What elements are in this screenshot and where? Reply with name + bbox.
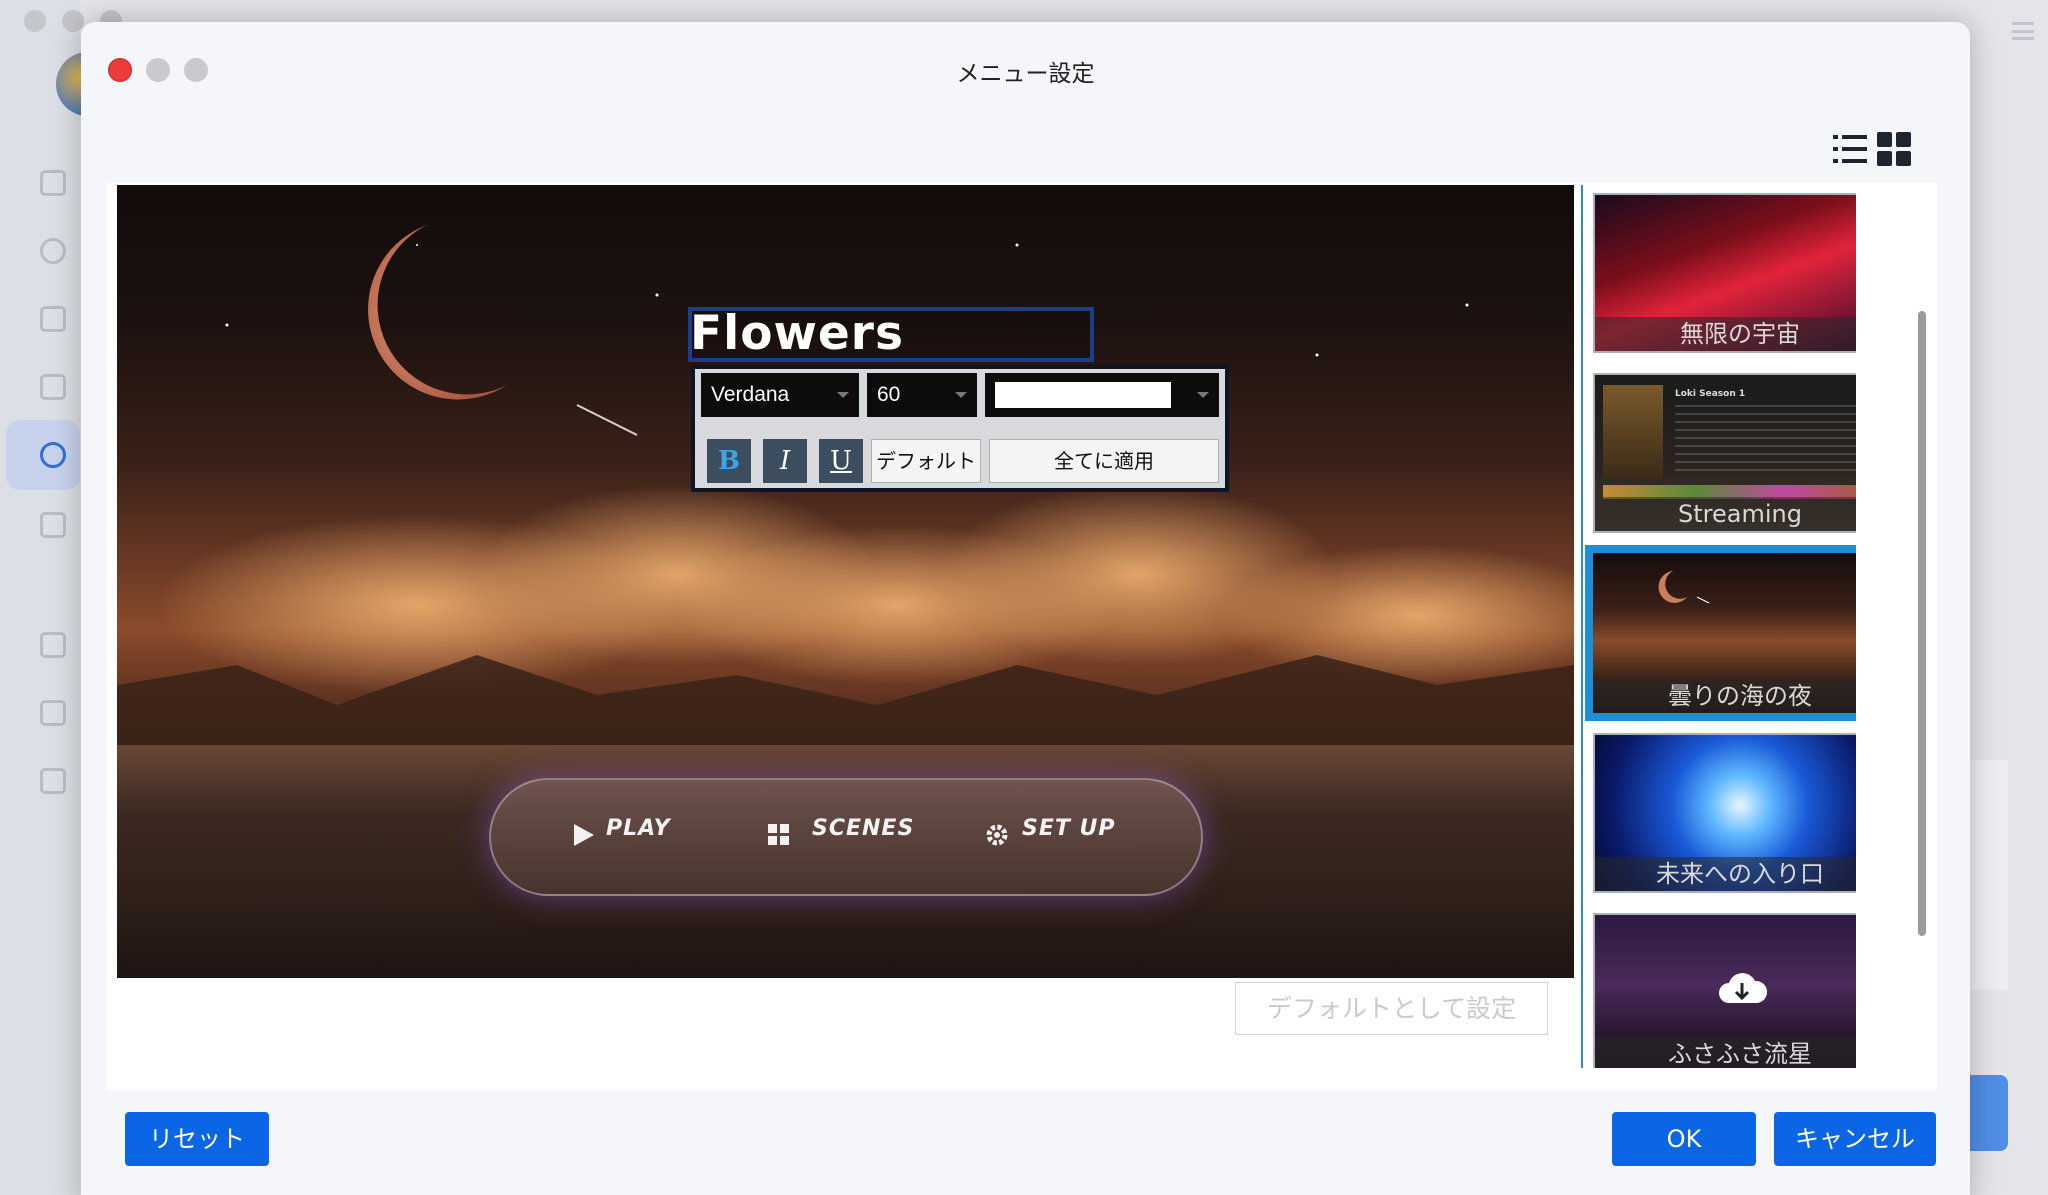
scenes-icon [768, 824, 789, 845]
convert-icon [40, 238, 66, 264]
clipboard-icon [40, 700, 66, 726]
template-label: 曇りの海の夜 [1593, 679, 1856, 713]
italic-button[interactable]: I [763, 439, 807, 483]
disc-icon [40, 442, 66, 468]
template-thumb-infinite-universe[interactable]: 無限の宇宙 [1593, 193, 1856, 353]
home-icon [40, 170, 66, 196]
bg-close-icon [24, 10, 46, 32]
apply-all-button[interactable]: 全てに適用 [989, 439, 1219, 483]
default-style-button[interactable]: デフォルト [871, 439, 981, 483]
font-family-value: Verdana [711, 383, 790, 406]
font-size-select[interactable]: 60 [867, 373, 977, 417]
description-lines [1675, 405, 1856, 475]
bold-button[interactable]: B [707, 439, 751, 483]
poster-image [1603, 385, 1663, 480]
template-thumb-streaming[interactable]: Loki Season 1 Streaming [1593, 373, 1856, 533]
menu-title[interactable]: Flowers [690, 306, 904, 361]
menu-item-scenes[interactable]: SCENES [812, 816, 914, 841]
font-size-value: 60 [877, 383, 901, 406]
streaming-heading: Loki Season 1 [1675, 389, 1746, 399]
text-color-select[interactable] [985, 373, 1219, 417]
menu-item-play[interactable]: PLAY [606, 816, 671, 841]
text-format-toolbar: Verdana 60 B I U デフォルト 全てに適用 [691, 365, 1229, 492]
template-thumb-cloudy-sea-night[interactable]: 曇りの海の夜 [1585, 545, 1856, 721]
moon-icon [1658, 571, 1710, 604]
grid-view-icon[interactable] [1877, 132, 1911, 166]
chevron-down-icon [1197, 392, 1209, 398]
template-list: 無限の宇宙 Loki Season 1 Streaming 曇りの海の夜 未来へ… [1583, 185, 1856, 1068]
play-icon [574, 824, 594, 846]
bg-minimize-icon [62, 10, 84, 32]
template-thumb-gateway-to-future[interactable]: 未来への入り口 [1593, 733, 1856, 893]
ok-button[interactable]: OK [1612, 1112, 1756, 1166]
font-family-select[interactable]: Verdana [701, 373, 859, 417]
gear-icon [986, 824, 1008, 846]
film-icon [40, 374, 66, 400]
chevron-down-icon [837, 392, 849, 398]
box-icon [40, 512, 66, 538]
list-view-icon[interactable] [1833, 132, 1867, 166]
reset-button[interactable]: リセット [125, 1112, 269, 1166]
menu-item-setup[interactable]: SET UP [1022, 816, 1116, 841]
template-label: ふさふさ流星 [1595, 1037, 1856, 1068]
chevron-down-icon [955, 392, 967, 398]
list-doc-icon [40, 632, 66, 658]
color-swatch [995, 382, 1171, 408]
template-label: Streaming [1595, 497, 1856, 531]
hamburger-menu-icon [2012, 22, 2034, 40]
dialog-title: メニュー設定 [956, 61, 1095, 87]
template-label: 未来への入り口 [1595, 857, 1856, 891]
toolbox-icon [40, 306, 66, 332]
underline-button[interactable]: U [819, 439, 863, 483]
template-label: 無限の宇宙 [1595, 317, 1856, 351]
set-as-default-button[interactable]: デフォルトとして設定 [1235, 982, 1548, 1035]
template-thumb-fluffy-meteor[interactable]: ふさふさ流星 [1593, 913, 1856, 1068]
template-scrollbar[interactable] [1918, 311, 1926, 936]
cancel-button[interactable]: キャンセル [1774, 1112, 1936, 1166]
archive-icon [40, 768, 66, 794]
cloud-download-icon[interactable] [1717, 971, 1767, 1007]
